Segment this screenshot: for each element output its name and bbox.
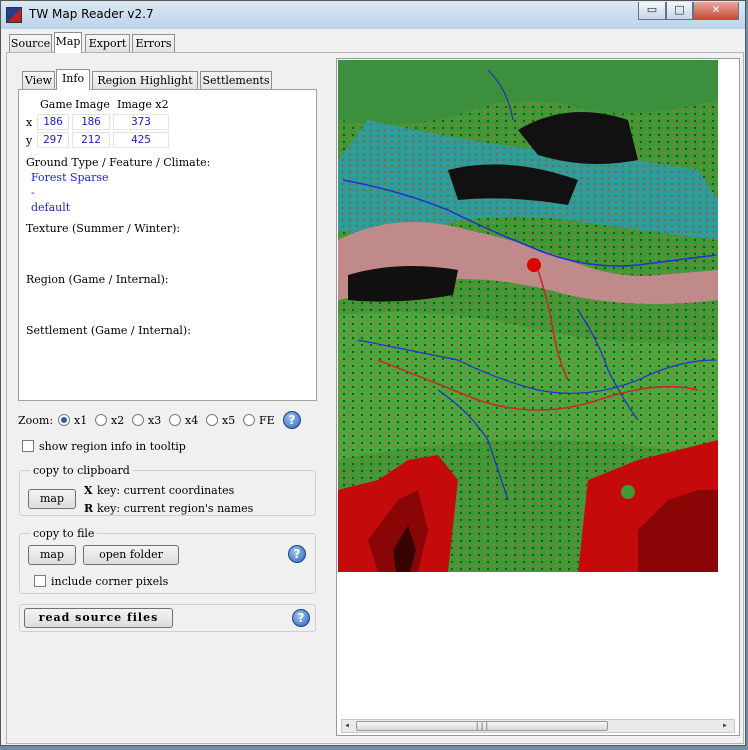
- header-image: Image: [75, 98, 110, 111]
- climate-value: default: [31, 201, 71, 214]
- x-key-label: X: [84, 484, 93, 497]
- terrain-map-image[interactable]: [338, 60, 718, 572]
- r-key-label: R: [84, 502, 94, 515]
- zoom-x3-label[interactable]: x3: [148, 414, 161, 427]
- x-game-value: 186: [37, 114, 69, 130]
- ground-label: Ground Type / Feature / Climate:: [26, 156, 211, 169]
- read-help-icon[interactable]: ?: [292, 609, 310, 627]
- scroll-thumb[interactable]: |||: [356, 721, 608, 731]
- clipboard-group-title: copy to clipboard: [30, 464, 133, 477]
- region-label: Region (Game / Internal):: [26, 273, 169, 286]
- title-bar[interactable]: TW Map Reader v2.7 ▭ □ ✕: [1, 1, 745, 29]
- axis-x-label: x: [26, 116, 33, 129]
- zoom-x1-radio[interactable]: [58, 414, 70, 426]
- file-group-title: copy to file: [30, 527, 98, 540]
- zoom-x5-radio[interactable]: [206, 414, 218, 426]
- header-image-x2: Image x2: [117, 98, 169, 111]
- corner-pixels-label[interactable]: include corner pixels: [51, 575, 168, 588]
- corner-pixels-checkbox[interactable]: [34, 575, 46, 587]
- axis-y-label: y: [26, 134, 33, 147]
- read-source-files-button[interactable]: read source files: [24, 608, 173, 628]
- scroll-right-arrow-icon[interactable]: ▸: [722, 720, 728, 731]
- app-icon: [6, 7, 22, 23]
- ground-type-value: Forest Sparse: [31, 171, 109, 184]
- zoom-label: Zoom:: [18, 414, 54, 427]
- r-key-description: key: current region's names: [97, 502, 254, 515]
- tooltip-checkbox-label[interactable]: show region info in tooltip: [39, 440, 186, 453]
- y-image-x2-value: 425: [113, 132, 169, 148]
- info-panel: Game Image Image x2 x 186 186 373 y 297 …: [18, 89, 317, 401]
- scroll-left-arrow-icon[interactable]: ◂: [344, 720, 350, 731]
- copy-map-clipboard-button[interactable]: map: [28, 489, 76, 509]
- y-image-value: 212: [72, 132, 110, 148]
- tab-info[interactable]: Info: [56, 69, 90, 90]
- zoom-x5-label[interactable]: x5: [222, 414, 235, 427]
- x-image-x2-value: 373: [113, 114, 169, 130]
- zoom-x2-label[interactable]: x2: [111, 414, 124, 427]
- tooltip-checkbox[interactable]: [22, 440, 34, 452]
- header-game: Game: [40, 98, 73, 111]
- tab-map[interactable]: Map: [54, 32, 82, 53]
- map-view[interactable]: ◂ ||| ▸: [336, 58, 740, 736]
- x-image-value: 186: [72, 114, 110, 130]
- open-folder-button[interactable]: open folder: [83, 545, 179, 565]
- close-button[interactable]: ✕: [693, 2, 739, 20]
- texture-label: Texture (Summer / Winter):: [26, 222, 181, 235]
- zoom-fe-label[interactable]: FE: [259, 414, 275, 427]
- settlement-label: Settlement (Game / Internal):: [26, 324, 191, 337]
- tab-settlements[interactable]: Settlements: [200, 71, 272, 90]
- window-title: TW Map Reader v2.7: [29, 7, 154, 21]
- tab-source[interactable]: Source: [9, 34, 52, 53]
- map-horizontal-scrollbar[interactable]: ◂ ||| ▸: [341, 719, 735, 733]
- x-key-description: key: current coordinates: [97, 484, 235, 497]
- tab-errors[interactable]: Errors: [132, 34, 175, 53]
- zoom-x1-label[interactable]: x1: [74, 414, 87, 427]
- zoom-x2-radio[interactable]: [95, 414, 107, 426]
- file-help-icon[interactable]: ?: [288, 545, 306, 563]
- feature-value: -: [31, 186, 35, 199]
- zoom-fe-radio[interactable]: [243, 414, 255, 426]
- tab-view[interactable]: View: [22, 71, 55, 90]
- tab-region-highlight[interactable]: Region Highlight: [92, 71, 198, 90]
- app-window: TW Map Reader v2.7 ▭ □ ✕ Source Map Expo…: [0, 0, 746, 746]
- tab-export[interactable]: Export: [85, 34, 130, 53]
- zoom-x3-radio[interactable]: [132, 414, 144, 426]
- zoom-x4-radio[interactable]: [169, 414, 181, 426]
- maximize-button[interactable]: □: [666, 2, 693, 20]
- zoom-x4-label[interactable]: x4: [185, 414, 198, 427]
- copy-map-file-button[interactable]: map: [28, 545, 76, 565]
- y-game-value: 297: [37, 132, 69, 148]
- zoom-help-icon[interactable]: ?: [283, 411, 301, 429]
- minimize-button[interactable]: ▭: [638, 2, 666, 20]
